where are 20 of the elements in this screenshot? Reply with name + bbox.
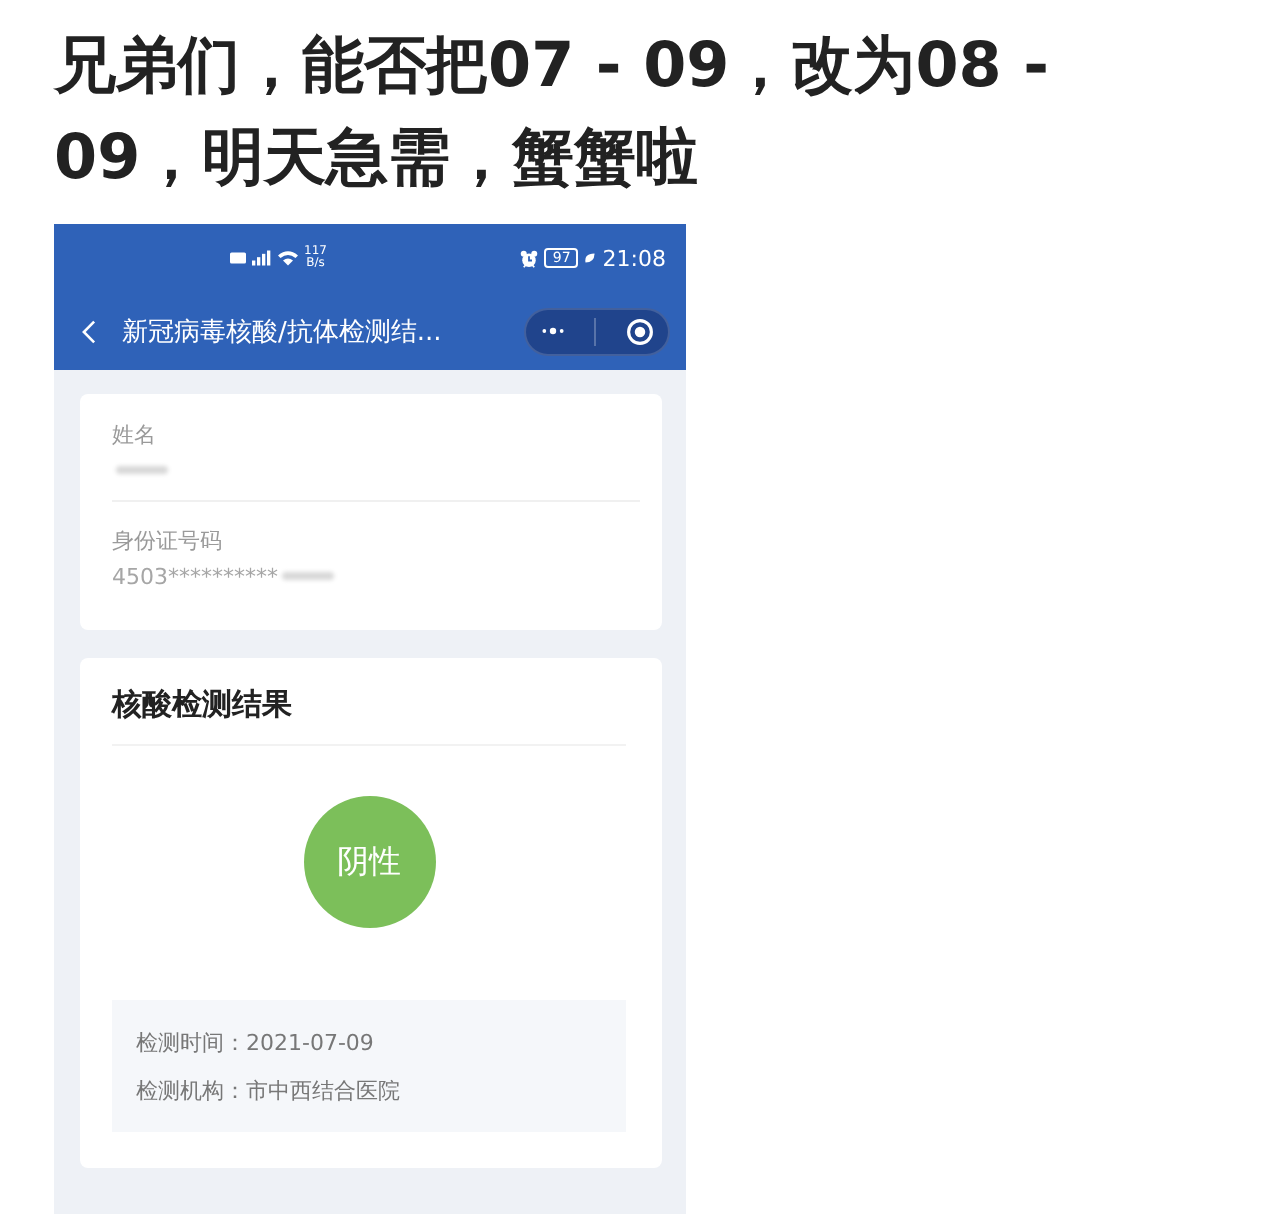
post-title: 兄弟们，能否把07 - 09，改为08 - 09，明天急需，蟹蟹啦: [54, 28, 1052, 198]
detail-label: 检测时间：: [136, 1028, 246, 1060]
detail-value: 2021-07-09: [246, 1028, 374, 1060]
wifi-icon: [278, 250, 298, 266]
leaf-icon: [584, 252, 597, 264]
rectangle-icon: [230, 252, 246, 264]
field-label: 姓名: [112, 420, 158, 452]
field-label: 身份证号码: [112, 526, 224, 558]
signal-icon: [252, 250, 272, 266]
detail-label: 检测机构：: [136, 1076, 246, 1108]
page-title: 新冠病毒核酸/抗体检测结...: [122, 315, 444, 349]
clock-time: 21:08: [602, 245, 666, 271]
detail-value: 市中西结合医院: [246, 1076, 400, 1108]
alarm-clock-icon: [520, 249, 539, 267]
id-number: 4503**********: [112, 563, 278, 589]
more-icon[interactable]: [540, 326, 567, 336]
result-heading: 核酸检测结果: [112, 686, 626, 746]
result-badge: 阴性: [303, 796, 435, 928]
back-icon[interactable]: [82, 319, 96, 343]
ring-dot-icon[interactable]: [625, 317, 654, 345]
